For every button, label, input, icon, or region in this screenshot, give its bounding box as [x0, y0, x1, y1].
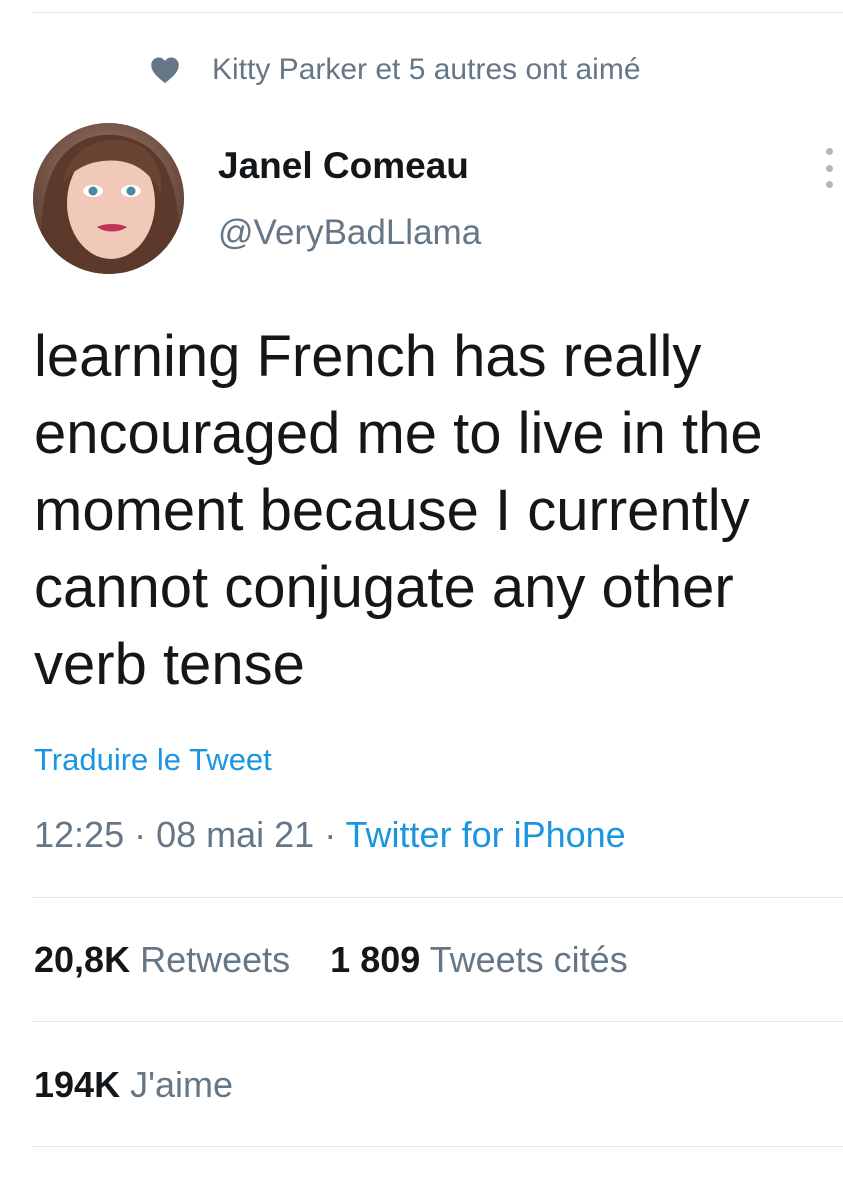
display-name[interactable]: Janel Comeau	[218, 145, 469, 187]
quote-tweets-label: Tweets cités	[429, 939, 628, 980]
meta-separator: ·	[314, 814, 346, 855]
tweet-text: learning French has really encouraged me…	[34, 318, 824, 703]
heart-icon	[150, 56, 180, 84]
divider	[32, 1146, 843, 1147]
tweet-meta: 12:25 · 08 mai 21 · Twitter for iPhone	[34, 814, 626, 856]
engagement-stats: 20,8K Retweets 1 809 Tweets cités	[34, 939, 628, 981]
divider	[32, 897, 843, 898]
retweets-stat[interactable]: 20,8K Retweets	[34, 939, 290, 981]
tweet-text-line: cannot conjugate any other	[34, 555, 734, 620]
meta-separator: ·	[124, 814, 157, 855]
quote-tweets-stat[interactable]: 1 809 Tweets cités	[330, 939, 628, 981]
tweet-time: 12:25	[34, 814, 125, 855]
likes-row: 194K J'aime	[34, 1064, 233, 1106]
translate-tweet-link[interactable]: Traduire le Tweet	[34, 742, 272, 778]
likes-count: 194K	[34, 1064, 121, 1105]
divider	[32, 1021, 843, 1022]
more-options-button[interactable]	[818, 148, 840, 188]
tweet-source-link[interactable]: Twitter for iPhone	[346, 814, 626, 855]
more-vertical-icon	[825, 148, 833, 155]
quote-tweets-count: 1 809	[330, 939, 421, 980]
retweets-label: Retweets	[140, 939, 291, 980]
top-divider	[32, 12, 843, 13]
likes-stat[interactable]: 194K J'aime	[34, 1064, 233, 1106]
tweet-text-line: verb tense	[34, 632, 305, 697]
avatar[interactable]	[33, 123, 184, 274]
tweet-text-line: moment because I currently	[34, 478, 750, 543]
social-context-text: Kitty Parker et 5 autres ont aimé	[212, 53, 641, 86]
more-vertical-icon	[825, 181, 833, 188]
tweet-text-line: encouraged me to live in the	[34, 401, 763, 466]
social-context[interactable]: Kitty Parker et 5 autres ont aimé	[150, 50, 641, 90]
tweet-text-line: learning French has really	[34, 324, 702, 389]
more-vertical-icon	[825, 164, 833, 172]
retweets-count: 20,8K	[34, 939, 131, 980]
likes-label: J'aime	[130, 1064, 233, 1105]
user-handle[interactable]: @VeryBadLlama	[218, 213, 481, 253]
tweet-date[interactable]: 08 mai 21	[156, 814, 314, 855]
